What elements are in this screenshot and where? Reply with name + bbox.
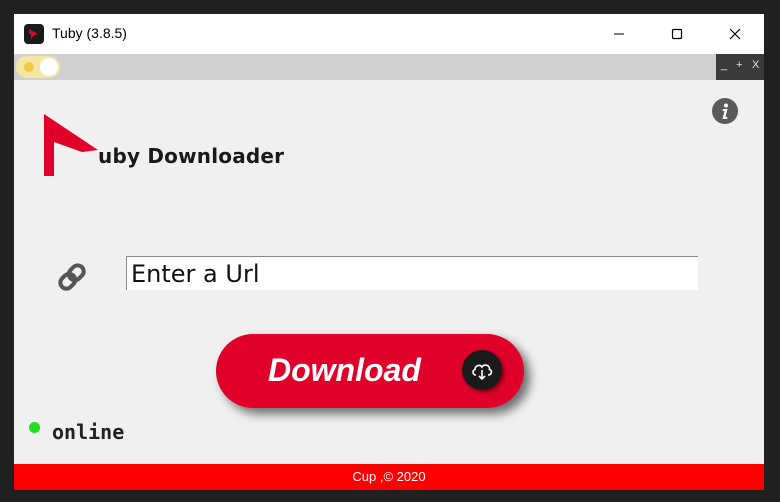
- app-window: Tuby (3.8.5) _ + X uby Downloader Enter …: [14, 14, 764, 490]
- theme-toggle[interactable]: [16, 56, 60, 78]
- mini-window-controls: _ + X: [716, 54, 764, 80]
- minimize-icon: [614, 33, 624, 35]
- status-indicator: [29, 422, 40, 433]
- url-input[interactable]: [126, 256, 698, 290]
- status-text: online: [52, 420, 125, 444]
- link-icon: [52, 257, 92, 301]
- download-button[interactable]: Download: [216, 334, 524, 408]
- brand-name: uby Downloader: [98, 144, 285, 168]
- tuby-logo: [42, 114, 100, 182]
- menu-bar: _ + X: [14, 54, 764, 80]
- title-bar[interactable]: Tuby (3.8.5): [14, 14, 764, 54]
- minimize-button[interactable]: [590, 14, 648, 54]
- mini-minimize-button[interactable]: _: [721, 59, 727, 71]
- maximize-icon: [671, 28, 683, 40]
- app-icon: [24, 24, 44, 44]
- sun-icon: [24, 62, 34, 72]
- maximize-button[interactable]: [648, 14, 706, 54]
- close-icon: [729, 28, 741, 40]
- close-button[interactable]: [706, 14, 764, 54]
- mini-maximize-button[interactable]: +: [736, 59, 742, 71]
- mini-close-button[interactable]: X: [752, 59, 759, 71]
- toggle-knob: [40, 58, 58, 76]
- info-icon[interactable]: [712, 98, 738, 124]
- download-label: Download: [268, 352, 421, 388]
- cloud-download-icon: [462, 350, 502, 390]
- window-title: Tuby (3.8.5): [52, 25, 127, 41]
- footer-text: Cup ,© 2020: [352, 469, 426, 484]
- footer: Cup ,© 2020: [14, 464, 764, 490]
